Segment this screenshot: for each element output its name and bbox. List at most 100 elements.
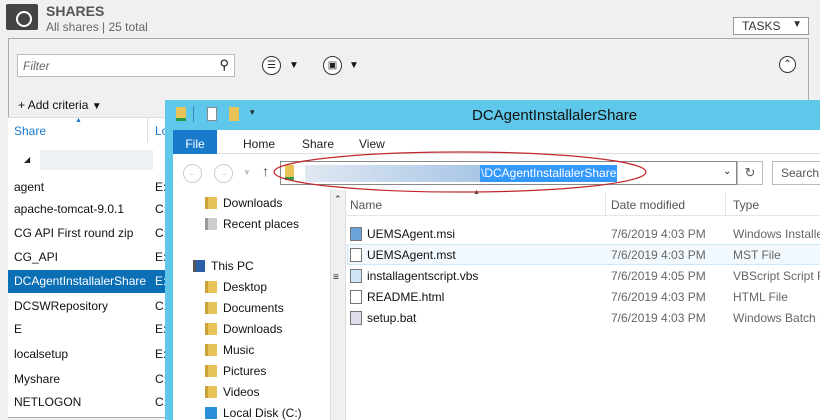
nav-item[interactable]: Local Disk (C:)	[205, 406, 302, 420]
share-row[interactable]: NETLOGON	[14, 395, 81, 409]
folder-icon	[205, 281, 217, 293]
refresh-button[interactable]: ↻	[737, 161, 763, 185]
search-input[interactable]: Search	[772, 161, 820, 185]
column-date-modified[interactable]: Date modified	[611, 198, 685, 212]
nav-item-label: Documents	[223, 301, 284, 315]
file-date: 7/6/2019 4:03 PM	[611, 311, 706, 325]
share-row[interactable]: CG API First round zip	[14, 226, 133, 240]
column-share[interactable]: Share	[14, 124, 46, 138]
folder-icon	[205, 365, 217, 377]
nav-item-label: Local Disk (C:)	[223, 406, 302, 420]
script-icon	[350, 269, 362, 283]
file-type: HTML File	[733, 290, 788, 304]
group-expander-icon[interactable]: ◢	[24, 155, 30, 164]
file-name: UEMSAgent.msi	[367, 227, 456, 241]
tasks-label: TASKS	[742, 19, 781, 33]
file-row[interactable]: README.html	[350, 290, 444, 304]
share-row[interactable]: Myshare	[14, 372, 60, 386]
page-subtitle: All shares | 25 total	[46, 20, 148, 34]
nav-scrollbar[interactable]: ⌃ ≡	[330, 190, 346, 420]
file-type: VBScript Script Fi	[733, 269, 820, 283]
folder-icon	[205, 323, 217, 335]
folder-icon	[205, 344, 217, 356]
add-criteria-button[interactable]: + Add criteria ▼	[18, 98, 102, 112]
file-list	[346, 190, 820, 420]
tab-home[interactable]: Home	[243, 137, 275, 151]
collapse-icon[interactable]: ⌃	[779, 56, 796, 73]
nav-item-label: Desktop	[223, 280, 268, 294]
share-row[interactable]: CG_API	[14, 250, 58, 264]
customize-toolbar-icon[interactable]: ▾	[250, 107, 255, 118]
file-name: installagentscript.vbs	[367, 269, 479, 283]
nav-item-label: Music	[223, 343, 255, 357]
nav-item[interactable]: Videos	[205, 385, 259, 399]
html-file-icon	[350, 290, 362, 304]
nav-item[interactable]: Recent places	[205, 217, 299, 231]
file-name: setup.bat	[367, 311, 417, 325]
up-arrow-icon[interactable]: ↑	[262, 163, 269, 179]
network-folder-icon	[285, 165, 294, 180]
tab-file[interactable]: File	[173, 130, 217, 154]
address-text[interactable]: \DCAgentInstallalerShare	[480, 165, 618, 182]
folder-icon	[205, 302, 217, 314]
window-title: DCAgentInstallalerShare	[472, 107, 638, 124]
file-type: Windows Installe	[733, 227, 820, 241]
tab-view[interactable]: View	[359, 137, 385, 151]
share-row[interactable]: agent	[14, 180, 44, 194]
properties-icon[interactable]	[207, 107, 217, 121]
nav-item-label: Pictures	[223, 364, 267, 378]
column-name[interactable]: Name	[350, 198, 382, 212]
recent-places-icon	[205, 218, 217, 230]
tab-share[interactable]: Share	[302, 137, 334, 151]
file-icon	[350, 248, 362, 262]
nav-item[interactable]: Downloads	[205, 322, 282, 336]
search-icon: ⚲	[219, 57, 229, 72]
file-name: README.html	[367, 290, 445, 304]
back-icon[interactable]: ←	[183, 164, 202, 183]
share-row[interactable]: DCSWRepository	[14, 299, 108, 313]
nav-item[interactable]: Music	[205, 343, 254, 357]
file-row[interactable]: UEMSAgent.mst	[350, 248, 456, 262]
file-name: UEMSAgent.mst	[367, 248, 456, 262]
address-dropdown-icon[interactable]: ⌄	[723, 166, 731, 177]
nav-item[interactable]: Documents	[205, 301, 284, 315]
nav-item-label: Recent places	[223, 217, 300, 231]
recent-locations-icon[interactable]: ▼	[243, 168, 251, 177]
filter-placeholder: Filter	[23, 59, 50, 73]
add-criteria-label: Add criteria	[27, 98, 89, 112]
file-row[interactable]: setup.bat	[350, 311, 416, 325]
shares-icon	[6, 4, 38, 30]
caret-down-icon[interactable]: ▼	[289, 60, 299, 71]
share-row[interactable]: apache-tomcat-9.0.1	[14, 202, 124, 216]
nav-item[interactable]: Pictures	[205, 364, 266, 378]
nav-item[interactable]: Desktop	[205, 280, 267, 294]
tasks-button[interactable]: TASKS ▼	[733, 17, 809, 35]
drive-icon	[205, 407, 217, 419]
caret-down-icon: ▼	[792, 19, 802, 30]
file-row[interactable]: UEMSAgent.msi	[350, 227, 455, 241]
file-date: 7/6/2019 4:03 PM	[611, 227, 706, 241]
nav-item-label: This PC	[211, 259, 254, 273]
file-date: 7/6/2019 4:03 PM	[611, 290, 706, 304]
nav-item[interactable]: Downloads	[205, 196, 282, 210]
nav-item[interactable]: This PC	[193, 259, 254, 273]
save-icon[interactable]: ▣	[323, 56, 342, 75]
filter-input[interactable]: Filter ⚲	[17, 54, 235, 77]
share-row[interactable]: E	[14, 322, 22, 336]
list-view-icon[interactable]: ☰	[262, 56, 281, 75]
share-row[interactable]: DCAgentInstallalerShare	[14, 274, 146, 288]
forward-icon[interactable]: →	[214, 164, 233, 183]
share-row[interactable]: localsetup	[14, 347, 68, 361]
nav-item-label: Videos	[223, 385, 260, 399]
file-row[interactable]: installagentscript.vbs	[350, 269, 478, 283]
caret-down-icon[interactable]: ▼	[349, 60, 359, 71]
column-type[interactable]: Type	[733, 198, 759, 212]
file-type: MST File	[733, 248, 781, 262]
file-date: 7/6/2019 4:05 PM	[611, 269, 706, 283]
batch-file-icon	[350, 311, 362, 325]
page-title: SHARES	[46, 3, 105, 19]
folder-icon	[205, 197, 217, 209]
new-folder-icon[interactable]	[229, 107, 239, 121]
computer-icon	[193, 260, 205, 272]
folder-icon	[205, 386, 217, 398]
